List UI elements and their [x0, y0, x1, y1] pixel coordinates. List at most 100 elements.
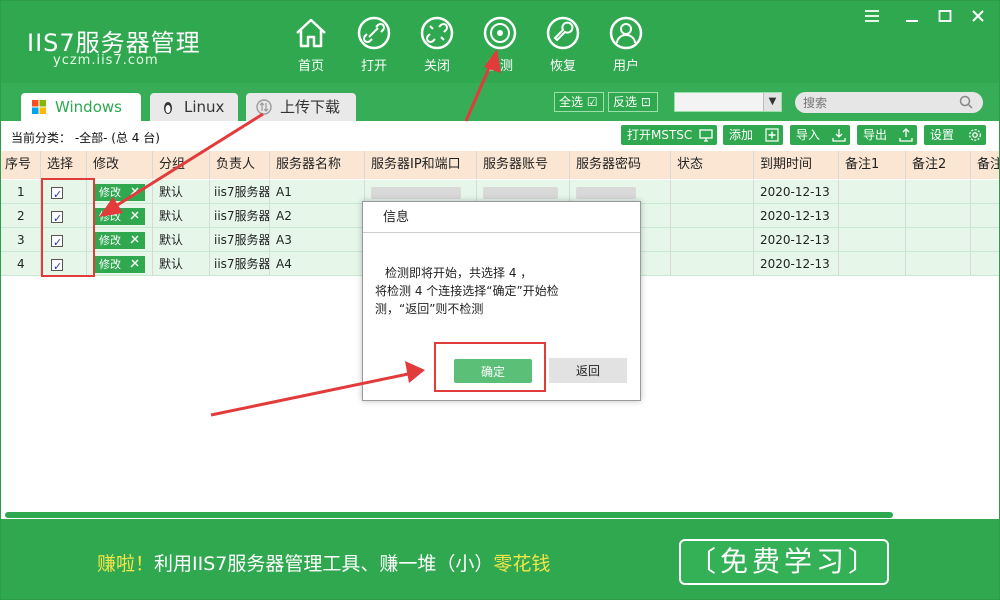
row-note3: [971, 252, 999, 275]
add-button[interactable]: 添加: [723, 125, 783, 145]
tools-icon: [130, 211, 139, 220]
redacted-account: [483, 186, 558, 199]
row-note3: [971, 180, 999, 203]
app-window: IIS7服务器管理 yczm.iis7.com 首页 打开 关闭 检测 恢复 用…: [0, 0, 1000, 600]
add-label: 添加: [729, 128, 754, 142]
nav-detect-button[interactable]: 检测: [470, 15, 530, 75]
logo-url: yczm.iis7.com: [53, 53, 159, 68]
chevron-down-icon[interactable]: ▼: [763, 93, 781, 111]
back-button[interactable]: 返回: [549, 358, 627, 383]
settings-button[interactable]: 设置: [924, 125, 986, 145]
row-note2: [906, 228, 971, 251]
horizontal-scrollbar[interactable]: [5, 512, 893, 518]
menu-button[interactable]: [865, 9, 885, 25]
row-index: 4: [1, 252, 41, 275]
col-owner: 负责人: [210, 151, 270, 179]
nav-user-button[interactable]: 用户: [596, 15, 656, 75]
col-index: 序号: [1, 151, 41, 179]
export-button[interactable]: 导出: [857, 125, 917, 145]
row-note1: [839, 252, 906, 275]
tab-upload-download-label: 上传下载: [280, 98, 341, 116]
annotation-box-checkboxes: [41, 178, 95, 277]
open-mstsc-button[interactable]: 打开MSTSC: [621, 125, 717, 145]
banner-middle: 利用IIS7服务器管理工具、赚一堆（小）: [154, 553, 494, 575]
upload-icon: [899, 128, 913, 142]
edit-button[interactable]: 修改: [95, 256, 145, 273]
row-owner: iis7服务器: [210, 252, 270, 275]
radar-icon: [483, 16, 517, 50]
tab-linux-label: Linux: [184, 98, 225, 116]
search-input[interactable]: [795, 92, 983, 113]
select-all-button[interactable]: 全选 ☑: [554, 92, 604, 112]
row-index: 2: [1, 204, 41, 227]
nav-detect-label: 检测: [486, 59, 513, 74]
promo-banner[interactable]: 赚啦！利用IIS7服务器管理工具、赚一堆（小）零花钱 〔免费学习〕: [1, 519, 999, 599]
row-index: 3: [1, 228, 41, 251]
row-note2: [906, 204, 971, 227]
row-note3: [971, 204, 999, 227]
nav-user-label: 用户: [612, 59, 639, 74]
nav-restore-label: 恢复: [549, 59, 576, 74]
row-note1: [839, 228, 906, 251]
table-header-row: 序号 选择 修改 分组 负责人 服务器名称 服务器IP和端口 服务器账号 服务器…: [1, 151, 999, 179]
download-icon: [832, 129, 846, 142]
row-server-account: [477, 180, 570, 203]
plus-icon: [765, 128, 779, 142]
checkbox-icon: ☑: [586, 95, 598, 109]
nav-home-label: 首页: [297, 59, 324, 74]
tools-icon: [130, 235, 139, 244]
row-status: [671, 252, 754, 275]
free-learn-button[interactable]: 〔免费学习〕: [679, 539, 889, 585]
edit-label: 修改: [99, 234, 121, 247]
row-index: 1: [1, 180, 41, 203]
edit-button[interactable]: 修改: [95, 184, 145, 201]
row-status: [671, 204, 754, 227]
home-icon: [296, 18, 326, 48]
row-note1: [839, 180, 906, 203]
edit-button[interactable]: 修改: [95, 232, 145, 249]
row-server-name: A4: [270, 252, 365, 275]
nav-home-button[interactable]: 首页: [281, 15, 341, 75]
tab-linux[interactable]: Linux: [150, 93, 238, 121]
category-row: 当前分类： -全部- (总 4 台) 打开MSTSC 添加 导入 导出 设置: [1, 121, 999, 151]
tab-upload-download[interactable]: 上传下载: [246, 93, 356, 121]
category-label: 当前分类： -全部- (总 4 台): [11, 131, 160, 145]
edit-button[interactable]: 修改: [95, 208, 145, 225]
edit-label: 修改: [99, 210, 121, 223]
row-expiry: 2020-12-13: [754, 228, 839, 251]
dialog-message-line: 将检测 4 个连接选择“确定”开始检: [375, 284, 559, 298]
invert-icon: ⊡: [640, 95, 651, 109]
import-label: 导入: [796, 128, 821, 142]
wrench-icon: [546, 16, 580, 50]
banner-text: 赚啦！利用IIS7服务器管理工具、赚一堆（小）零花钱: [97, 549, 550, 576]
search-icon[interactable]: [959, 95, 973, 109]
col-server-ip: 服务器IP和端口: [365, 151, 477, 179]
import-button[interactable]: 导入: [790, 125, 850, 145]
tools-icon: [130, 259, 139, 268]
row-note2: [906, 252, 971, 275]
redacted-password: [576, 186, 636, 199]
minimize-button[interactable]: [905, 9, 925, 25]
row-expiry: 2020-12-13: [754, 252, 839, 275]
close-window-button[interactable]: [971, 9, 991, 25]
col-group: 分组: [153, 151, 210, 179]
row-edit-cell: 修改: [87, 252, 153, 275]
windows-icon: [32, 100, 46, 114]
col-note3: 备注: [977, 157, 999, 172]
server-select-dropdown[interactable]: ▼: [674, 92, 782, 112]
nav-open-button[interactable]: 打开: [344, 15, 404, 75]
row-note3: [971, 228, 999, 251]
row-owner: iis7服务器: [210, 180, 270, 203]
select-all-label: 全选: [559, 95, 584, 109]
header: IIS7服务器管理 yczm.iis7.com 首页 打开 关闭 检测 恢复 用…: [1, 1, 999, 83]
tools-icon: [130, 187, 139, 196]
linux-icon: [164, 102, 172, 114]
nav-restore-button[interactable]: 恢复: [533, 15, 593, 75]
gear-icon: [969, 129, 981, 141]
row-owner: iis7服务器: [210, 228, 270, 251]
tab-windows[interactable]: Windows: [21, 93, 141, 121]
maximize-button[interactable]: [938, 9, 958, 25]
annotation-box-confirm: [434, 342, 546, 392]
invert-select-button[interactable]: 反选 ⊡: [608, 92, 658, 112]
nav-close-button[interactable]: 关闭: [407, 15, 467, 75]
